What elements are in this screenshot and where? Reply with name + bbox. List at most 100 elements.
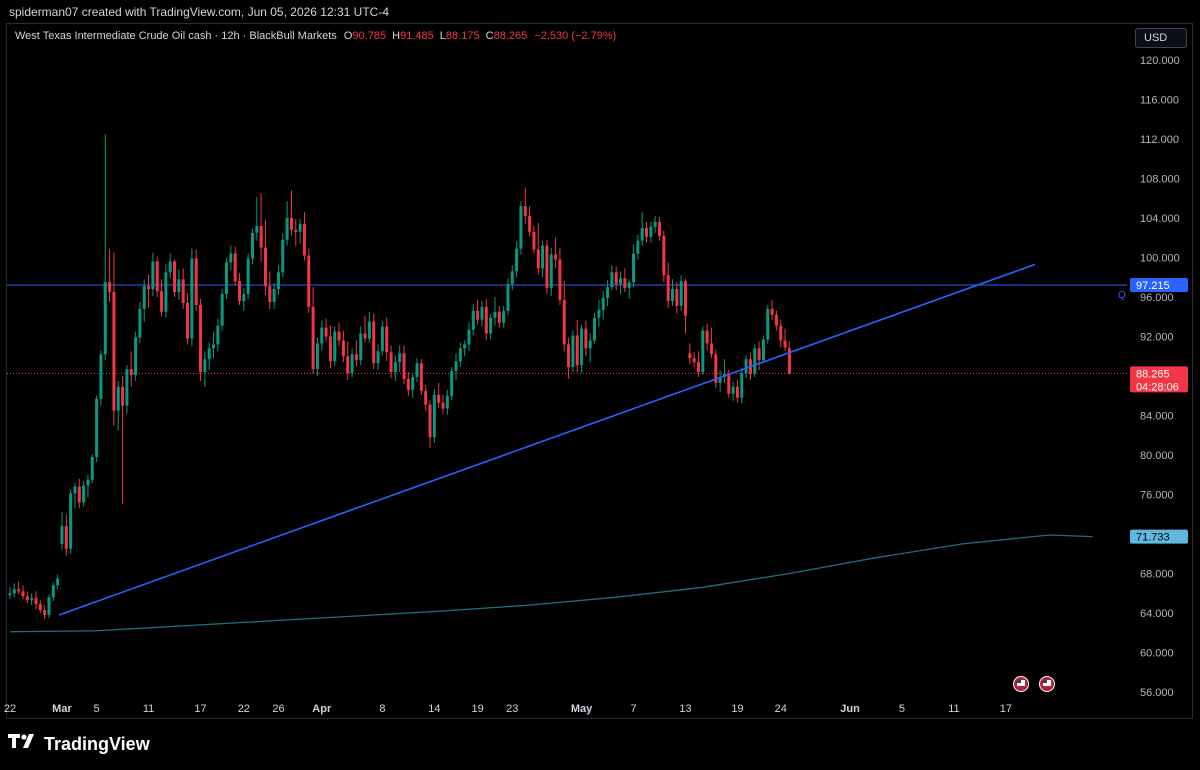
plot-clip-group bbox=[7, 134, 1127, 633]
candle-body bbox=[593, 317, 597, 341]
candle-body bbox=[398, 353, 402, 363]
candle-body bbox=[584, 328, 588, 349]
candle-body bbox=[476, 310, 480, 320]
candle-body bbox=[389, 352, 393, 373]
time-tick-label: 5 bbox=[94, 703, 100, 715]
candle-body bbox=[12, 589, 16, 594]
candle-body bbox=[623, 278, 627, 289]
time-tick-label: 14 bbox=[428, 703, 440, 715]
candle-body bbox=[285, 218, 289, 240]
candle-body bbox=[692, 358, 696, 363]
candle-body bbox=[532, 231, 536, 250]
candle-body bbox=[670, 289, 674, 301]
candle-body bbox=[376, 351, 380, 364]
candle-body bbox=[649, 226, 653, 237]
close-label: C bbox=[485, 30, 494, 42]
price-tick-label: 80.000 bbox=[1140, 450, 1174, 462]
footer bbox=[0, 720, 1200, 770]
candle-body bbox=[311, 306, 315, 370]
candle-body bbox=[437, 394, 441, 403]
candle-body bbox=[302, 223, 306, 256]
candle-body bbox=[307, 255, 311, 307]
last-price-badge-countdown: 04:28:06 bbox=[1136, 381, 1179, 393]
time-tick-label: 5 bbox=[899, 703, 905, 715]
candle-body bbox=[246, 258, 250, 295]
candle-body bbox=[354, 354, 358, 361]
candle-body bbox=[679, 281, 683, 306]
time-tick-label: 23 bbox=[506, 703, 518, 715]
candle-body bbox=[90, 456, 94, 480]
candle-body bbox=[272, 289, 276, 302]
candle-body bbox=[324, 327, 328, 337]
currency-button[interactable]: USD bbox=[1135, 28, 1187, 48]
candle-body bbox=[658, 221, 661, 236]
time-tick-label: 17 bbox=[1000, 703, 1012, 715]
candle-body bbox=[610, 272, 614, 288]
price-tick-label: 56.000 bbox=[1140, 687, 1174, 699]
candle-body bbox=[632, 253, 636, 283]
candle-body bbox=[194, 258, 198, 305]
price-tick-label: 92.000 bbox=[1140, 332, 1174, 344]
candle-body bbox=[203, 359, 207, 373]
candle-body bbox=[276, 272, 280, 290]
price-tick-label: 76.000 bbox=[1140, 490, 1174, 502]
time-tick-label: 17 bbox=[194, 703, 206, 715]
candle-body bbox=[640, 227, 644, 241]
time-tick-label: 22 bbox=[4, 703, 16, 715]
candle-body bbox=[580, 328, 584, 366]
candle-body bbox=[259, 225, 263, 248]
candle-body bbox=[571, 335, 575, 368]
candle-body bbox=[298, 223, 302, 232]
candle-body bbox=[510, 271, 514, 285]
candle-body bbox=[528, 216, 532, 232]
candle-body bbox=[779, 325, 783, 341]
candle-body bbox=[688, 353, 692, 359]
price-chart[interactable]: 120.000 116.000 112.000 108.000 104.000 100.0… bbox=[0, 0, 1200, 770]
high-label: H bbox=[392, 30, 401, 42]
candle-body bbox=[108, 282, 112, 293]
symbol-legend: West Texas Intermediate Crude Oil cash ·… bbox=[15, 30, 616, 42]
low-value: 88.175 bbox=[445, 30, 480, 42]
candle-body bbox=[441, 402, 445, 409]
candle-body bbox=[588, 340, 592, 349]
candle-body bbox=[770, 308, 774, 315]
time-tick-label: 7 bbox=[630, 703, 636, 715]
candle-body bbox=[173, 261, 177, 293]
candle-body bbox=[541, 245, 545, 269]
price-tick-label: 96.000 bbox=[1140, 292, 1174, 304]
candle-body bbox=[545, 245, 549, 289]
candle-body bbox=[675, 289, 679, 306]
candle-body bbox=[549, 254, 553, 289]
candle-body bbox=[350, 354, 354, 374]
candle-body bbox=[363, 333, 367, 339]
price-tick-label: 64.000 bbox=[1140, 608, 1174, 620]
candle-body bbox=[64, 526, 68, 549]
price-tick-label: 112.000 bbox=[1140, 134, 1179, 146]
price-tick-label: 84.000 bbox=[1140, 411, 1174, 423]
candle-body bbox=[705, 330, 709, 344]
candle-body bbox=[268, 286, 272, 302]
candle-body bbox=[315, 343, 319, 370]
close-value: 88.265 bbox=[493, 30, 528, 42]
candle-body bbox=[186, 302, 190, 339]
tradingview-logo-icon bbox=[8, 734, 38, 755]
candle-body bbox=[701, 330, 705, 373]
candle-body bbox=[761, 339, 765, 361]
candle-body bbox=[34, 598, 38, 605]
candle-body bbox=[709, 343, 713, 355]
trend-line bbox=[58, 263, 1036, 616]
candle-body bbox=[207, 348, 211, 360]
candle-body bbox=[662, 235, 666, 276]
candle-body bbox=[69, 493, 73, 549]
candle-body bbox=[56, 578, 60, 586]
candle-body bbox=[160, 291, 164, 312]
price-tick-label: 100.000 bbox=[1140, 253, 1180, 265]
candle-body bbox=[727, 374, 731, 394]
price-tick-label: 60.000 bbox=[1140, 648, 1174, 660]
candle-body bbox=[220, 294, 224, 326]
event-flag-icon bbox=[1039, 676, 1055, 692]
candle-body bbox=[740, 373, 744, 398]
candle-body bbox=[367, 321, 371, 339]
candle-body bbox=[168, 261, 172, 273]
candle-body bbox=[562, 299, 566, 345]
